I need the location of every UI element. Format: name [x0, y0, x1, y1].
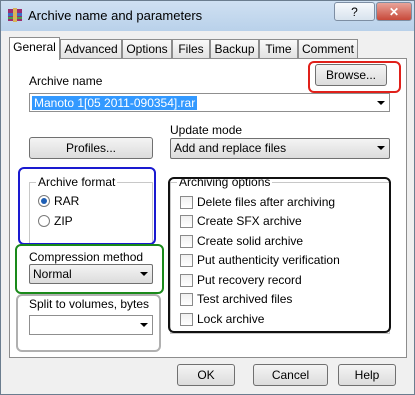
archive-name-label: Archive name [29, 74, 103, 88]
black-annotation-outline [168, 177, 391, 333]
cancel-button[interactable]: Cancel [253, 364, 328, 386]
tab-files[interactable]: Files [172, 39, 210, 58]
blue-annotation-outline [18, 167, 156, 245]
chevron-down-icon[interactable] [377, 101, 385, 105]
help-button[interactable]: Help [338, 364, 396, 386]
help-title-button[interactable]: ? [334, 2, 375, 21]
tab-backup[interactable]: Backup [210, 39, 259, 58]
green-annotation-outline [15, 244, 164, 294]
update-mode-label: Update mode [170, 123, 243, 137]
update-mode-value: Add and replace files [174, 141, 287, 155]
chevron-down-icon[interactable] [377, 146, 385, 150]
profiles-button[interactable]: Profiles... [29, 137, 153, 159]
tab-general[interactable]: General [9, 37, 60, 60]
title-bar: Archive name and parameters ? ✕ [1, 1, 414, 31]
red-annotation-outline [308, 61, 401, 93]
archive-name-combo[interactable]: Manoto 1[05 2011-090354].rar [29, 93, 390, 112]
tab-options[interactable]: Options [122, 39, 172, 58]
close-button[interactable]: ✕ [376, 2, 412, 21]
archive-name-input[interactable]: Manoto 1[05 2011-090354].rar [32, 96, 198, 110]
winrar-app-icon [8, 8, 22, 22]
gray-annotation-outline [16, 294, 161, 352]
ok-button[interactable]: OK [177, 364, 235, 386]
tab-advanced[interactable]: Advanced [60, 39, 122, 58]
update-mode-select[interactable]: Add and replace files [170, 138, 390, 159]
window-title: Archive name and parameters [28, 8, 203, 23]
tab-comment[interactable]: Comment [298, 39, 358, 58]
tab-time[interactable]: Time [259, 39, 298, 58]
dialog-window: Archive name and parameters ? ✕ General … [0, 0, 415, 395]
